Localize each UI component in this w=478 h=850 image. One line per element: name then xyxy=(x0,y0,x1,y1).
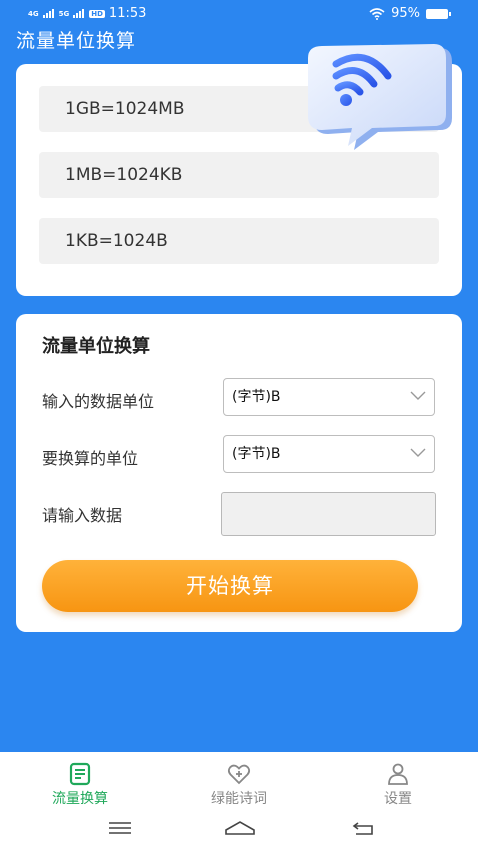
network-4g-indicator: 4G xyxy=(28,9,39,18)
data-input-field[interactable] xyxy=(221,492,436,536)
reference-item: 1KB=1024B xyxy=(39,218,439,264)
target-unit-label: 要换算的单位 xyxy=(42,449,139,468)
clock: 11:53 xyxy=(108,6,147,21)
start-convert-button[interactable]: 开始换算 xyxy=(42,560,418,612)
status-bar: 4G 5G HD 11:53 95% xyxy=(0,0,478,28)
network-5g-indicator: 5G xyxy=(58,9,70,18)
app-title: 流量单位换算 xyxy=(16,30,137,52)
target-unit-select[interactable]: (字节)B xyxy=(223,435,435,473)
data-input-label: 请输入数据 xyxy=(42,506,123,525)
battery-percent: 95% xyxy=(391,6,420,21)
chevron-down-icon xyxy=(410,448,426,457)
home-icon[interactable] xyxy=(224,820,256,836)
converter-title: 流量单位换算 xyxy=(42,336,150,357)
heart-icon xyxy=(227,764,251,785)
input-unit-label: 输入的数据单位 xyxy=(42,392,155,411)
tab-green-poetry[interactable]: 绿能诗词 xyxy=(184,762,294,808)
system-nav-bar xyxy=(0,812,478,850)
input-unit-value: (字节)B xyxy=(232,389,281,405)
signal-icon xyxy=(73,9,85,18)
target-unit-value: (字节)B xyxy=(232,446,281,462)
chevron-down-icon xyxy=(410,391,426,400)
tab-traffic-convert[interactable]: 流量换算 xyxy=(25,762,135,808)
document-icon xyxy=(69,762,91,786)
tab-label: 设置 xyxy=(384,791,412,807)
bottom-tab-bar: 流量换算 绿能诗词 设置 xyxy=(0,752,478,850)
menu-icon[interactable] xyxy=(108,820,132,836)
person-icon xyxy=(388,763,408,785)
tab-label: 绿能诗词 xyxy=(211,791,267,807)
converter-card: 流量单位换算 输入的数据单位 (字节)B 要换算的单位 (字节)B 请输入数据 … xyxy=(16,314,462,632)
wifi-icon xyxy=(369,7,385,20)
back-icon[interactable] xyxy=(352,820,376,836)
hd-badge: HD xyxy=(89,9,105,18)
tab-settings[interactable]: 设置 xyxy=(343,762,453,808)
input-unit-select[interactable]: (字节)B xyxy=(223,378,435,416)
tab-label: 流量换算 xyxy=(52,791,108,807)
wifi-bubble-icon xyxy=(308,44,452,150)
battery-icon xyxy=(426,8,451,19)
signal-icon xyxy=(42,9,54,18)
reference-item: 1MB=1024KB xyxy=(39,152,439,198)
